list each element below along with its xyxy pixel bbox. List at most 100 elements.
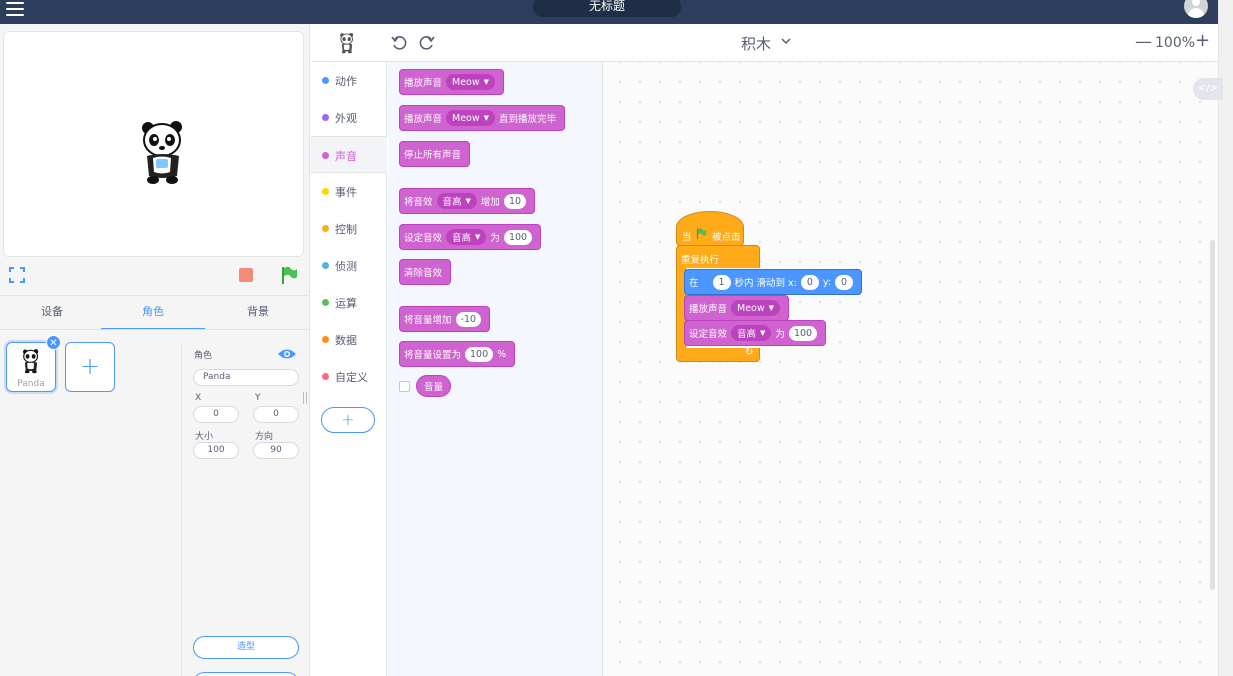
number-input[interactable]: 100 <box>465 346 494 362</box>
window-edge-strip <box>1218 0 1233 676</box>
stop-icon[interactable] <box>239 268 253 282</box>
sound-dropdown[interactable]: Meow ▼ <box>446 110 496 126</box>
zoom-out-button[interactable]: — <box>1135 32 1152 52</box>
add-extension-button[interactable]: + <box>321 407 375 433</box>
sprite-tile-name: Panda <box>17 379 45 389</box>
stage-canvas[interactable] <box>3 31 304 257</box>
delete-sprite-icon[interactable]: ✕ <box>46 335 61 350</box>
category-sensing[interactable]: 侦测 <box>311 247 387 284</box>
resize-grip[interactable] <box>303 392 307 404</box>
sound-button[interactable]: 声音 <box>193 672 299 676</box>
block-play-sound[interactable]: 播放声音 Meow ▼ <box>684 295 790 321</box>
block-set-effect[interactable]: 设定音效 音高 ▼ 为 100 <box>684 320 827 346</box>
block-stop-all-sounds[interactable]: 停止所有声音 <box>399 141 471 167</box>
volume-monitor-checkbox[interactable] <box>399 381 410 392</box>
project-title[interactable]: 无标题 <box>533 0 681 17</box>
dropdown-value: 音高 <box>452 233 472 244</box>
category-dot-icon <box>322 373 329 380</box>
sound-dropdown[interactable]: Meow ▼ <box>731 300 781 316</box>
number-input[interactable]: 1 <box>712 274 731 290</box>
sound-dropdown[interactable]: Meow ▼ <box>446 74 496 90</box>
sprite-tile-panda[interactable]: Panda <box>6 342 56 392</box>
sprite-properties: 角色 Panda X Y 0 0 大小 方向 100 90 造型 声音 <box>181 344 310 676</box>
category-dot-icon <box>322 225 329 232</box>
number-input[interactable]: 0 <box>835 274 854 290</box>
block-text: 为 <box>775 329 785 340</box>
category-label: 运算 <box>335 297 357 310</box>
category-dot-icon <box>322 262 329 269</box>
costume-button[interactable]: 造型 <box>193 636 299 659</box>
block-clear-effects[interactable]: 清除音效 <box>399 259 452 285</box>
panda-head-icon[interactable] <box>339 32 355 54</box>
x-label: X <box>195 393 202 403</box>
user-avatar-icon[interactable] <box>1184 0 1208 18</box>
code-workspace[interactable]: </> 当 被点击 重复执行 ↻ 在 1 秒内 滑动到 x: 0 y: 0 播放… <box>604 62 1223 676</box>
block-play-sound-until-done[interactable]: 播放声音 Meow ▼ 直到播放完毕 <box>399 105 566 131</box>
block-volume-reporter[interactable]: 音量 <box>416 375 452 397</box>
category-dot-icon <box>322 77 329 84</box>
undo-icon[interactable] <box>391 35 407 51</box>
green-flag-icon <box>696 228 707 239</box>
eye-visibility-icon[interactable] <box>277 348 297 360</box>
tab-backdrop[interactable]: 背景 <box>206 296 310 330</box>
category-sound[interactable]: 声音 <box>311 136 387 173</box>
stage-panel: 设备 角色 背景 Panda ✕ + 角色 Panda X Y 0 0 大小 方… <box>0 24 310 676</box>
redo-icon[interactable] <box>419 35 435 51</box>
category-operators[interactable]: 运算 <box>311 284 387 321</box>
direction-field[interactable]: 90 <box>253 442 299 459</box>
block-when-flag-clicked[interactable]: 当 被点击 <box>676 211 744 246</box>
x-field[interactable]: 0 <box>193 406 239 423</box>
block-text: 当 <box>682 232 692 243</box>
zoom-in-button[interactable]: + <box>1195 30 1210 51</box>
block-text: y: <box>822 276 832 288</box>
block-text: 被点击 <box>712 232 741 243</box>
category-dot-icon <box>322 152 329 159</box>
number-input[interactable]: 0 <box>800 274 819 290</box>
y-field[interactable]: 0 <box>253 406 299 423</box>
green-flag-icon[interactable] <box>281 266 298 284</box>
hamburger-menu-icon[interactable] <box>6 2 24 16</box>
block-categories: 动作 外观 声音 事件 控制 侦测 运算 数据 自定义 + <box>311 62 387 676</box>
dropdown-value: Meow <box>737 302 765 314</box>
block-change-volume[interactable]: 将音量增加 -10 <box>399 306 491 332</box>
block-text: 停止所有声音 <box>404 150 462 161</box>
category-motion[interactable]: 动作 <box>311 62 387 99</box>
block-set-volume[interactable]: 将音量设置为 100 % <box>399 341 516 367</box>
stage-controls <box>0 257 310 295</box>
block-glide-to-xy[interactable]: 在 1 秒内 滑动到 x: 0 y: 0 <box>684 269 863 295</box>
category-label: 声音 <box>335 150 357 163</box>
number-input[interactable]: 100 <box>503 229 533 245</box>
size-field[interactable]: 100 <box>193 442 239 459</box>
number-input[interactable]: 100 <box>788 325 818 341</box>
category-label: 自定义 <box>335 371 368 384</box>
category-dot-icon <box>322 188 329 195</box>
block-play-sound[interactable]: 播放声音 Meow ▼ <box>399 69 505 95</box>
editor-mode-select[interactable]: 积木 <box>741 33 771 54</box>
sprite-name-field[interactable]: Panda <box>193 369 299 386</box>
number-input[interactable]: -10 <box>455 311 482 327</box>
sprite-props-label: 角色 <box>194 351 213 361</box>
block-text: 设定音效 <box>689 329 728 340</box>
tab-sprite[interactable]: 角色 <box>101 296 205 330</box>
effect-dropdown[interactable]: 音高 ▼ <box>731 325 772 341</box>
fullscreen-icon[interactable] <box>9 267 25 283</box>
y-label: Y <box>255 393 261 403</box>
effect-dropdown[interactable]: 音高 ▼ <box>436 193 477 209</box>
number-input[interactable]: 10 <box>503 193 527 209</box>
block-set-effect[interactable]: 设定音效 音高 ▼ 为 100 <box>399 224 542 250</box>
add-sprite-button[interactable]: + <box>65 342 115 392</box>
category-data[interactable]: 数据 <box>311 321 387 358</box>
block-text: 将音量设置为 <box>404 350 462 361</box>
panda-sprite-icon[interactable] <box>139 118 187 186</box>
category-events[interactable]: 事件 <box>311 173 387 210</box>
category-control[interactable]: 控制 <box>311 210 387 247</box>
category-looks[interactable]: 外观 <box>311 99 387 136</box>
code-view-toggle-icon[interactable]: </> <box>1193 78 1223 100</box>
block-change-effect[interactable]: 将音效 音高 ▼ 增加 10 <box>399 188 536 214</box>
effect-dropdown[interactable]: 音高 ▼ <box>446 229 487 245</box>
tab-device[interactable]: 设备 <box>0 296 104 330</box>
workspace-scrollbar[interactable] <box>1210 240 1215 590</box>
chevron-down-icon[interactable] <box>781 38 791 45</box>
category-custom[interactable]: 自定义 <box>311 358 387 395</box>
block-text: 秒内 滑动到 x: <box>734 278 797 289</box>
